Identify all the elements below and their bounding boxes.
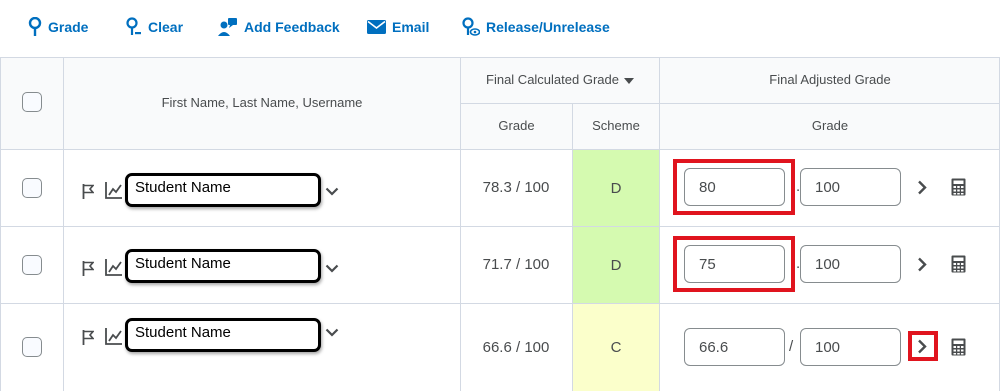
clear-label: Clear [148,19,184,35]
grade-label: Grade [48,19,89,35]
email-button[interactable]: Email [367,14,429,40]
chevron-right-icon[interactable] [917,339,927,354]
feedback-user-icon [218,18,237,36]
final-calculated-grade-header[interactable]: Final Calculated Grade [461,72,659,87]
add-feedback-button[interactable]: Add Feedback [218,14,340,40]
add-feedback-label: Add Feedback [244,19,340,35]
adjusted-out-of-input[interactable] [800,328,901,366]
adjusted-grade-subheader: Grade [811,118,849,133]
release-unrelease-label: Release/Unrelease [486,19,610,35]
row-checkbox[interactable] [22,337,42,357]
final-adjusted-grade-header: Final Adjusted Grade [769,72,891,87]
release-unrelease-button[interactable]: Release/Unrelease [462,14,610,40]
user-progress-icon[interactable] [105,259,122,276]
scheme-cell: D [573,150,659,226]
grade-button[interactable]: Grade [28,14,88,40]
chevron-right-icon[interactable] [917,180,927,195]
calc-grade-subheader: Grade [498,118,535,133]
adjusted-out-of-input[interactable] [800,245,901,283]
flag-icon[interactable] [82,330,94,345]
calculator-icon[interactable] [951,338,966,356]
student-name-link[interactable]: Student Name [125,249,321,283]
row-checkbox[interactable] [22,255,42,275]
chevron-down-icon[interactable] [325,187,339,196]
calculator-icon[interactable] [951,255,966,273]
flag-icon[interactable] [82,261,94,276]
name-column-header[interactable]: First Name, Last Name, Username [64,95,460,110]
user-progress-icon[interactable] [105,182,122,199]
scheme-cell: C [573,304,659,391]
adjusted-grade-input[interactable] [684,328,785,366]
calculated-grade: 71.7 / 100 [482,256,550,273]
email-label: Email [392,19,430,35]
row-checkbox[interactable] [22,178,42,198]
adjusted-out-of-input[interactable] [800,168,901,206]
grades-table: First Name, Last Name, Username Final Ca… [0,57,1000,391]
adjusted-grade-input[interactable] [684,168,785,206]
release-pin-icon [462,17,480,36]
scheme-subheader: Scheme [592,118,640,133]
chevron-down-icon[interactable] [325,264,339,273]
grade-separator: / [789,338,794,355]
select-all-checkbox[interactable] [22,92,42,112]
student-name-link[interactable]: Student Name [125,318,321,352]
user-progress-icon[interactable] [105,328,122,345]
calculator-icon[interactable] [951,178,966,196]
sort-down-icon [623,77,634,84]
chevron-down-icon[interactable] [325,328,339,337]
clear-button[interactable]: Clear [126,14,183,40]
adjusted-grade-input[interactable] [684,245,785,283]
email-icon [367,20,386,34]
toolbar: Grade Clear Add Feedback Email Release/U… [0,0,1000,56]
calculated-grade: 66.6 / 100 [482,339,550,356]
pin-icon [28,17,42,36]
chevron-right-icon[interactable] [917,257,927,272]
calculated-grade: 78.3 / 100 [482,179,550,196]
student-name-link[interactable]: Student Name [125,173,321,207]
flag-icon[interactable] [82,184,94,199]
scheme-cell: D [573,227,659,303]
clear-pin-icon [126,17,141,35]
